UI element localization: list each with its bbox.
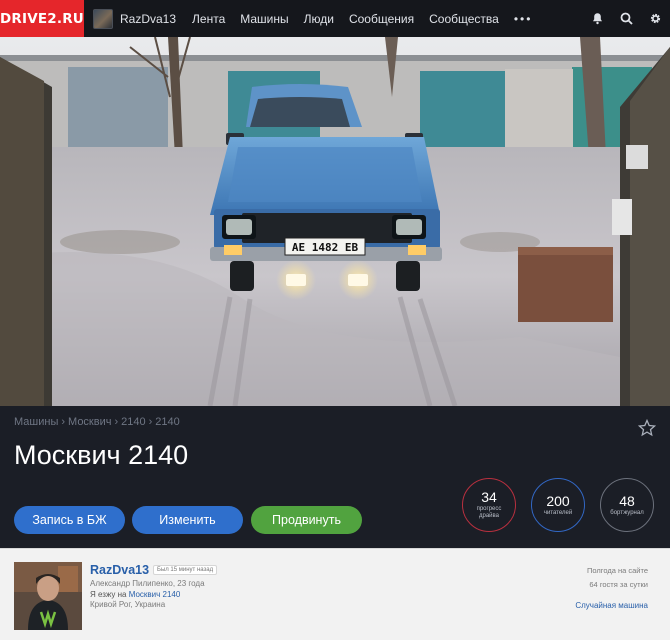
nav-icons [575,0,662,37]
online-status-badge: Был 15 минут назад [153,565,218,575]
stat-value: 200 [546,492,570,509]
stat-value: 48 [619,492,635,509]
gear-icon[interactable] [648,12,662,26]
owner-card: RazDva13 Был 15 минут назад Александр Пи… [0,548,670,640]
top-nav-bar: DRIVE2.RU RazDva13 Лента Машины Люди Соо… [0,0,670,37]
site-logo[interactable]: DRIVE2.RU [0,0,84,37]
owner-membership: Полгода на сайте [586,566,648,575]
nav-avatar[interactable] [93,8,113,29]
breadcrumb-separator: › [114,416,119,428]
stat-logbook[interactable]: 48 бортжурнал [600,478,654,532]
breadcrumb-model[interactable]: 2140 [121,416,145,428]
breadcrumb-generation[interactable]: 2140 [155,416,179,428]
star-icon[interactable] [637,418,657,437]
nav-more-button[interactable]: ••• [514,12,533,26]
nav-username[interactable]: RazDva13 [120,12,176,26]
nav-link-feed[interactable]: Лента [192,12,225,26]
stat-drive-progress[interactable]: 34 прогресс драйва [462,478,516,532]
nav-link-people[interactable]: Люди [304,12,334,26]
owner-name[interactable]: RazDva13 [90,563,149,577]
breadcrumb-cars[interactable]: Машины [14,416,58,428]
owner-drives: Я езжу на Москвич 2140 [90,590,180,599]
owner-avatar[interactable] [14,562,82,630]
car-info-panel: Машины › Москвич › 2140 › 2140 Москвич 2… [0,406,670,548]
breadcrumb: Машины › Москвич › 2140 › 2140 [14,416,180,428]
stat-label: читателей [543,509,573,516]
owner-guests: 64 гостя за сутки [589,580,648,589]
breadcrumb-separator: › [148,416,153,428]
license-plate-text: AE 1482 EB [292,241,359,254]
nav-link-communities[interactable]: Сообщества [429,12,499,26]
stat-readers[interactable]: 200 читателей [531,478,585,532]
breadcrumb-separator: › [61,416,66,428]
stat-label: прогресс драйва [476,506,502,519]
owner-car-link[interactable]: Москвич 2140 [129,590,181,599]
stat-label: бортжурнал [610,509,644,516]
nav-link-messages[interactable]: Сообщения [349,12,414,26]
car-photo[interactable]: AE 1482 EB [0,37,670,406]
owner-full-name: Александр Пилипенко, 23 года [90,579,205,588]
search-icon[interactable] [619,12,633,26]
owner-city: Кривой Рог, Украина [90,600,166,609]
nav-links: Лента Машины Люди Сообщения Сообщества [192,12,514,26]
breadcrumb-brand[interactable]: Москвич [68,416,111,428]
journal-entry-button[interactable]: Запись в БЖ [14,506,125,534]
bell-icon[interactable] [590,12,604,26]
nav-user[interactable]: RazDva13 [93,8,176,29]
stat-value: 34 [481,489,497,505]
owner-drive-prefix: Я езжу на [90,590,127,599]
promote-button[interactable]: Продвинуть [251,506,362,534]
edit-button[interactable]: Изменить [132,506,243,534]
nav-link-cars[interactable]: Машины [240,12,288,26]
page-title: Москвич 2140 [14,440,189,470]
random-car-link[interactable]: Случайная машина [575,601,648,610]
